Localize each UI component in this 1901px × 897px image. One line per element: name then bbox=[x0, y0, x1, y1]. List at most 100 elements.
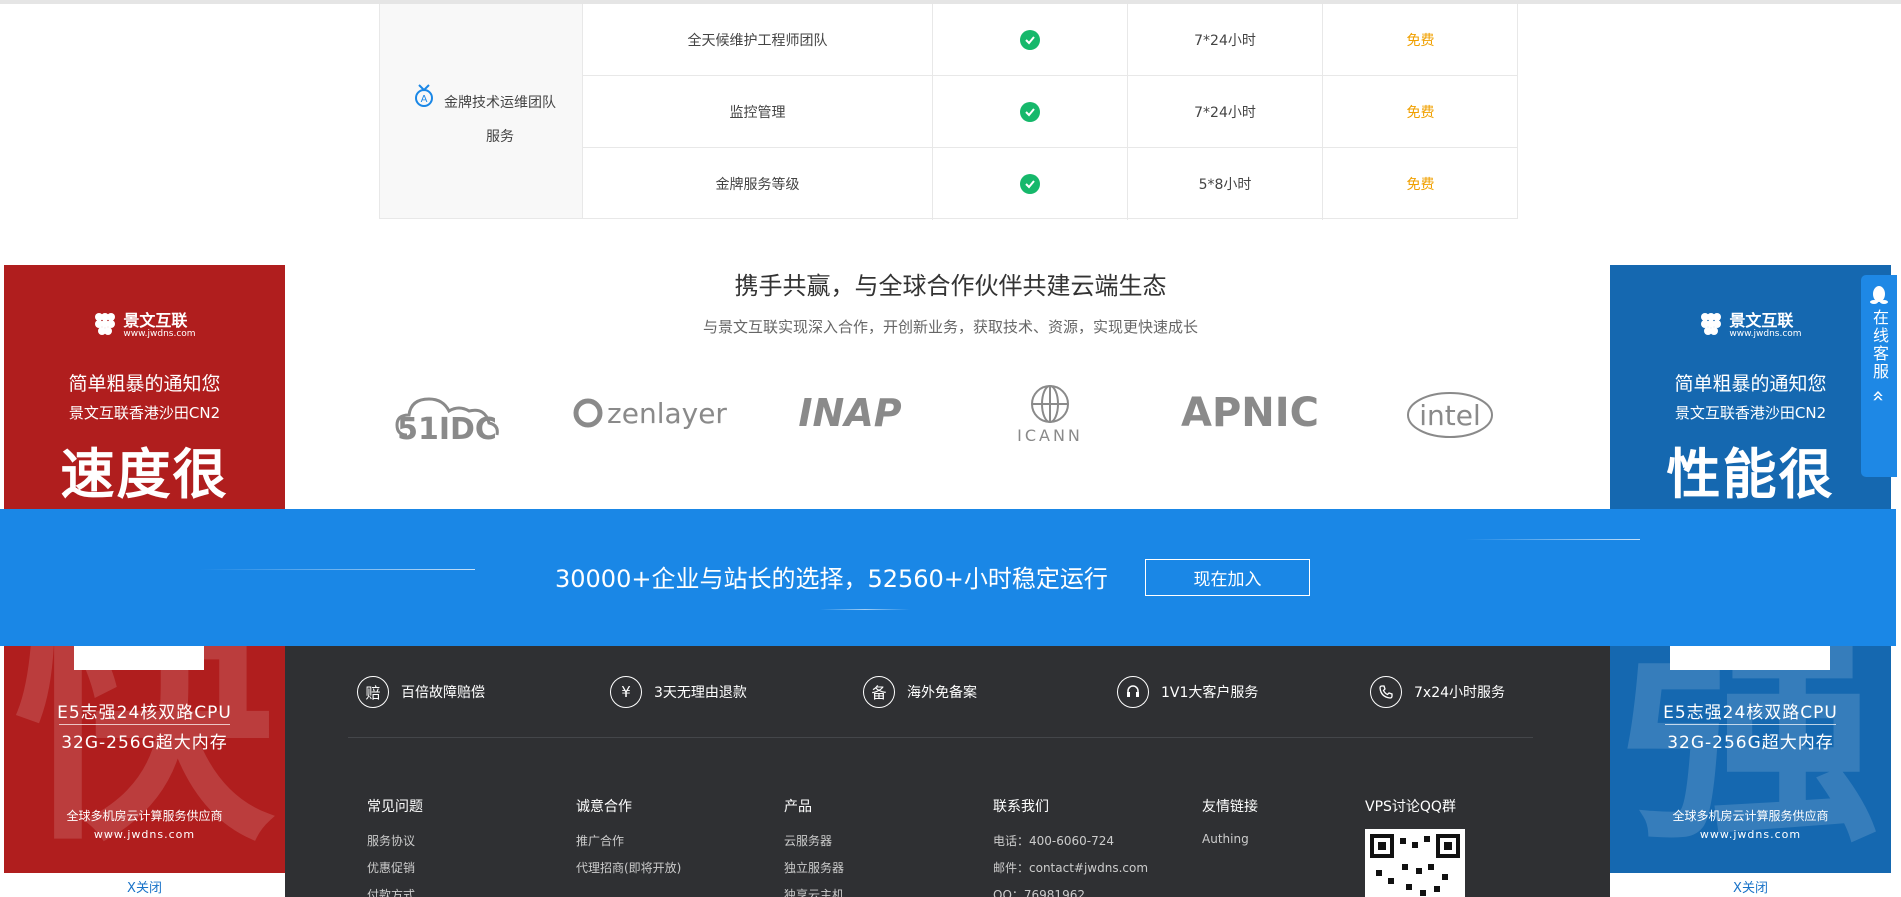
globe-icon bbox=[1031, 384, 1069, 423]
right-ad-close-link[interactable]: X关闭 bbox=[1610, 877, 1891, 896]
compensation-icon: 赔 bbox=[357, 676, 389, 708]
feature-24x7: 7x24小时服务 bbox=[1370, 676, 1505, 708]
medal-icon: A bbox=[415, 84, 433, 107]
left-ad-divider bbox=[59, 724, 230, 725]
service-category-label: 金牌技术运维团队服务 bbox=[444, 95, 556, 145]
right-ad-cpu: E5志强24核双路CPU bbox=[1663, 703, 1838, 723]
check-icon bbox=[1020, 30, 1040, 50]
footer-column-faq: 常见问题 服务协议 优惠促销 付款方式 bbox=[367, 796, 423, 897]
check-icon bbox=[1020, 174, 1040, 194]
footer-link[interactable]: 付款方式 bbox=[367, 886, 423, 897]
cta-decor-line bbox=[200, 569, 475, 570]
footer-column-title: 产品 bbox=[784, 799, 812, 815]
partner-logo-icann: ICANN bbox=[1005, 378, 1095, 448]
footer-link[interactable]: 独享云主机 bbox=[784, 886, 844, 897]
service-category-cell: A 金牌技术运维团队服务 bbox=[380, 4, 583, 218]
partner-logo-51idc-text: 51IDC bbox=[397, 412, 497, 443]
left-ad-memory: 32G-256G超大内存 bbox=[61, 733, 228, 753]
partner-logo-zenlayer-text: zenlayer bbox=[607, 396, 727, 430]
right-ad-subline: 景文互联香港沙田CN2 bbox=[1674, 404, 1827, 422]
cta-text: 30000+企业与站长的选择，52560+小时稳定运行 bbox=[555, 565, 1108, 593]
table-row: 全天候维护工程师团队 7*24小时 免费 bbox=[583, 4, 1518, 76]
headset-icon bbox=[1117, 676, 1149, 708]
service-check-cell bbox=[933, 76, 1128, 148]
footer-column-title: 常见问题 bbox=[367, 799, 423, 815]
yen-icon: ¥ bbox=[610, 676, 642, 708]
footer-column-qq-group: VPS讨论QQ群 bbox=[1365, 796, 1456, 832]
right-ad-headline: 简单粗暴的通知您 bbox=[1674, 373, 1827, 395]
left-ad-cpu: E5志强24核双路CPU bbox=[57, 703, 232, 723]
cta-banner: 30000+企业与站长的选择，52560+小时稳定运行 现在加入 bbox=[0, 509, 1896, 646]
footer-column-contact: 联系我们 电话：400-6060-724 邮件：contact#jwdns.co… bbox=[993, 796, 1148, 897]
service-name: 监控管理 bbox=[583, 76, 933, 148]
feature-label: 百倍故障赔偿 bbox=[401, 685, 485, 701]
partner-logo-intel-text: intel bbox=[1419, 399, 1481, 432]
online-service-tab[interactable]: 在线客服 « bbox=[1861, 275, 1897, 477]
online-service-label: 在线客服 bbox=[1870, 309, 1889, 381]
left-ad-brand: 景文互联 www.jwdns.com bbox=[4, 307, 285, 339]
service-name: 全天候维护工程师团队 bbox=[583, 4, 933, 76]
feature-refund: ¥ 3天无理由退款 bbox=[610, 676, 747, 708]
right-ad-url: www.jwdns.com bbox=[1699, 828, 1802, 841]
service-price: 免费 bbox=[1406, 33, 1435, 49]
phone-icon bbox=[1370, 676, 1402, 708]
left-ad-brand-url: www.jwdns.com bbox=[123, 329, 196, 339]
service-price: 免费 bbox=[1406, 105, 1435, 121]
feature-no-filing: 备 海外免备案 bbox=[863, 676, 977, 708]
footer-column-title: 诚意合作 bbox=[576, 799, 632, 815]
contact-phone: 电话：400-6060-724 bbox=[993, 834, 1115, 848]
right-ad-memory: 32G-256G超大内存 bbox=[1667, 733, 1834, 753]
service-time: 7*24小时 bbox=[1128, 76, 1323, 148]
page: A 金牌技术运维团队服务 全天候维护工程师团队 7*24小时 免费 监控管理 7… bbox=[0, 0, 1901, 897]
footer-link[interactable]: 独立服务器 bbox=[784, 859, 844, 876]
service-time: 7*24小时 bbox=[1128, 4, 1323, 76]
table-row: 金牌服务等级 5*8小时 免费 bbox=[583, 148, 1518, 220]
partner-logo-intel: intel bbox=[1405, 378, 1495, 448]
check-icon bbox=[1020, 102, 1040, 122]
footer-link[interactable]: 代理招商(即将开放) bbox=[576, 859, 681, 876]
filing-icon: 备 bbox=[863, 676, 895, 708]
service-check-cell bbox=[933, 148, 1128, 220]
right-ad-brand-name: 景文互联 bbox=[1729, 311, 1794, 330]
left-ad-supplier: 全球多机房云计算服务供应商 bbox=[66, 809, 223, 823]
feature-key-account: 1V1大客户服务 bbox=[1117, 676, 1258, 708]
footer-link[interactable]: 云服务器 bbox=[784, 832, 844, 849]
contact-email[interactable]: 邮件：contact#jwdns.com bbox=[993, 859, 1148, 876]
service-price: 免费 bbox=[1406, 177, 1435, 193]
footer-link[interactable]: 优惠促销 bbox=[367, 859, 423, 876]
left-ad-close-link[interactable]: X关闭 bbox=[4, 877, 285, 896]
brand-logo-icon bbox=[1701, 313, 1722, 335]
footer-column-title: 联系我们 bbox=[993, 799, 1049, 815]
contact-qq: QQ：76981962 bbox=[993, 888, 1085, 897]
svg-text:A: A bbox=[421, 94, 428, 105]
qr-code-image bbox=[1365, 829, 1465, 897]
left-ad-slogan: 速度很 bbox=[60, 443, 229, 506]
service-table: A 金牌技术运维团队服务 全天候维护工程师团队 7*24小时 免费 监控管理 7… bbox=[379, 4, 1518, 220]
footer-column-title: 友情链接 bbox=[1202, 799, 1258, 815]
left-ad-url: www.jwdns.com bbox=[93, 828, 196, 841]
table-row: 监控管理 7*24小时 免费 bbox=[583, 76, 1518, 148]
cta-decor-line bbox=[1465, 539, 1640, 540]
footer-link[interactable]: Authing bbox=[1202, 832, 1258, 846]
footer-divider bbox=[348, 737, 1533, 738]
brand-logo-icon bbox=[95, 313, 116, 335]
footer-link[interactable]: 服务协议 bbox=[367, 832, 423, 849]
qq-penguin-icon bbox=[1870, 286, 1888, 304]
left-ad-subline: 景文互联香港沙田CN2 bbox=[68, 404, 221, 422]
feature-compensation: 赔 百倍故障赔偿 bbox=[357, 676, 485, 708]
partner-logo-51idc: 51IDC bbox=[385, 378, 510, 448]
footer-column-cooperation: 诚意合作 推广合作 代理招商(即将开放) bbox=[576, 796, 681, 886]
join-now-button[interactable]: 现在加入 bbox=[1145, 559, 1310, 596]
partner-logo-zenlayer: zenlayer bbox=[570, 378, 730, 448]
footer-link[interactable]: 推广合作 bbox=[576, 832, 681, 849]
right-ad-brand-url: www.jwdns.com bbox=[1729, 329, 1802, 339]
partner-logo-inap: INAP bbox=[798, 391, 902, 435]
footer-column-title: VPS讨论QQ群 bbox=[1365, 799, 1456, 815]
service-time: 5*8小时 bbox=[1128, 148, 1323, 220]
service-check-cell bbox=[933, 4, 1128, 76]
feature-label: 海外免备案 bbox=[907, 685, 977, 701]
right-ad-divider bbox=[1665, 724, 1836, 725]
left-ad-brand-name: 景文互联 bbox=[123, 311, 188, 330]
footer-column-friend-links: 友情链接 Authing bbox=[1202, 796, 1258, 856]
left-ad-headline: 简单粗暴的通知您 bbox=[68, 373, 221, 395]
